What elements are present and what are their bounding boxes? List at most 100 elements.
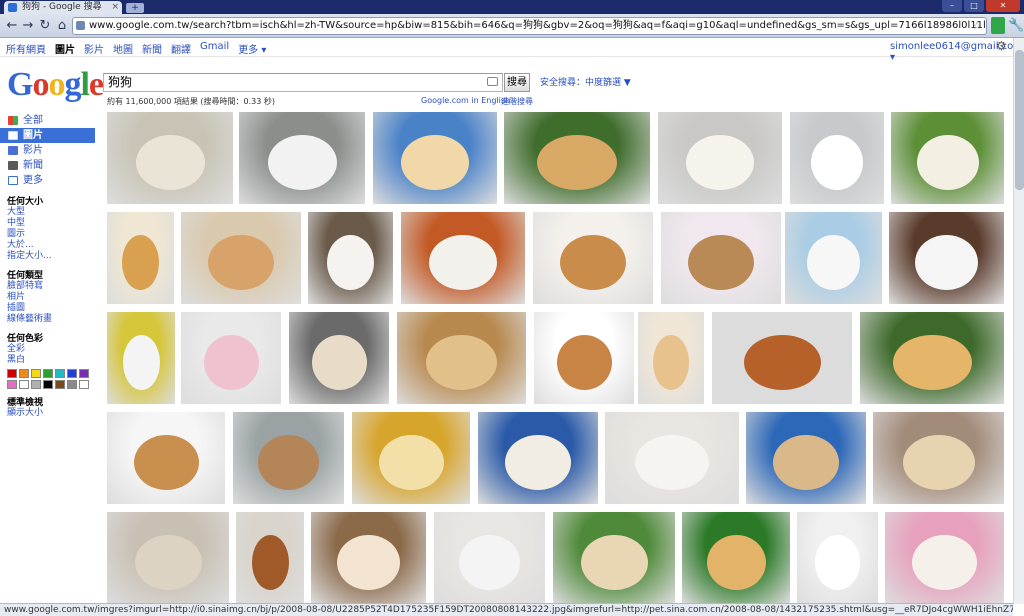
home-icon[interactable]: ⌂: [54, 17, 70, 34]
wrench-menu-icon[interactable]: 🔧: [1008, 17, 1024, 34]
color-swatch[interactable]: [43, 369, 53, 378]
image-result-thumbnail[interactable]: [181, 312, 281, 404]
image-result-thumbnail[interactable]: [712, 312, 852, 404]
color-swatch[interactable]: [79, 380, 89, 389]
color-swatch[interactable]: [19, 369, 29, 378]
search-button[interactable]: 搜尋: [504, 73, 530, 92]
size-filter-icon[interactable]: 圖示: [7, 229, 100, 240]
gbar-link-gmail[interactable]: Gmail: [200, 41, 229, 56]
gear-icon[interactable]: ⚙: [996, 39, 1007, 53]
color-swatch[interactable]: [31, 369, 41, 378]
image-result-thumbnail[interactable]: [746, 412, 866, 504]
image-result-thumbnail[interactable]: [553, 512, 675, 603]
new-tab-button[interactable]: +: [126, 3, 144, 13]
color-swatch[interactable]: [7, 369, 17, 378]
gbar-link-more[interactable]: 更多 ▾: [238, 41, 266, 56]
image-result-thumbnail[interactable]: [534, 312, 634, 404]
color-swatch[interactable]: [67, 369, 77, 378]
advanced-search-link[interactable]: 進階搜尋: [501, 96, 533, 107]
size-filter-medium[interactable]: 中型: [7, 218, 100, 229]
image-result-thumbnail[interactable]: [236, 512, 304, 603]
image-result-thumbnail[interactable]: [885, 512, 1004, 603]
image-result-thumbnail[interactable]: [504, 112, 650, 204]
image-result-thumbnail[interactable]: [797, 512, 878, 603]
color-swatch[interactable]: [31, 380, 41, 389]
image-result-thumbnail[interactable]: [661, 212, 781, 304]
image-result-thumbnail[interactable]: [107, 512, 229, 603]
back-arrow-icon[interactable]: ←: [4, 17, 20, 34]
image-result-thumbnail[interactable]: [107, 412, 225, 504]
image-result-thumbnail[interactable]: [233, 412, 344, 504]
gbar-link-translate[interactable]: 翻譯: [171, 41, 191, 56]
image-result-thumbnail[interactable]: [873, 412, 1004, 504]
image-result-thumbnail[interactable]: [373, 112, 497, 204]
type-filter-photo[interactable]: 相片: [7, 292, 100, 303]
color-swatch[interactable]: [7, 380, 17, 389]
bookmark-star-icon[interactable]: ☆: [972, 18, 982, 34]
nav-item-more[interactable]: 更多: [0, 173, 100, 188]
size-filter-larger-than[interactable]: 大於...: [7, 240, 100, 251]
gbar-link-news[interactable]: 新聞: [142, 41, 162, 56]
close-window-button[interactable]: ✕: [986, 0, 1020, 12]
image-result-thumbnail[interactable]: [107, 212, 174, 304]
image-result-thumbnail[interactable]: [352, 412, 470, 504]
image-result-thumbnail[interactable]: [860, 312, 1004, 404]
image-result-thumbnail[interactable]: [478, 412, 598, 504]
type-filter-face[interactable]: 臉部特寫: [7, 281, 100, 292]
address-bar[interactable]: www.google.com.tw/search?tbm=isch&hl=zh-…: [72, 17, 987, 35]
search-input[interactable]: 狗狗: [103, 73, 503, 92]
size-filter-large[interactable]: 大型: [7, 207, 100, 218]
image-result-thumbnail[interactable]: [682, 512, 790, 603]
image-result-thumbnail[interactable]: [889, 212, 1004, 304]
google-com-link[interactable]: Google.com in English: [421, 96, 510, 105]
color-swatch[interactable]: [67, 380, 77, 389]
gbar-link-web[interactable]: 所有網頁: [6, 41, 46, 56]
image-result-thumbnail[interactable]: [401, 212, 525, 304]
image-result-thumbnail[interactable]: [434, 512, 545, 603]
safesearch-dropdown[interactable]: 安全搜尋：中度篩選 ▼: [540, 75, 631, 88]
image-result-thumbnail[interactable]: [658, 112, 782, 204]
color-swatch[interactable]: [55, 380, 65, 389]
image-result-thumbnail[interactable]: [891, 112, 1004, 204]
image-result-thumbnail[interactable]: [397, 312, 526, 404]
scrollbar[interactable]: [1013, 38, 1024, 604]
google-logo[interactable]: Google: [7, 66, 104, 104]
maximize-button[interactable]: □: [964, 0, 984, 12]
image-result-thumbnail[interactable]: [605, 412, 739, 504]
gbar-link-maps[interactable]: 地圖: [113, 41, 133, 56]
gbar-link-videos[interactable]: 影片: [84, 41, 104, 56]
color-swatch[interactable]: [19, 380, 29, 389]
image-result-thumbnail[interactable]: [107, 312, 175, 404]
size-filter-exact[interactable]: 指定大小...: [7, 251, 100, 262]
scrollbar-thumb[interactable]: [1015, 50, 1024, 190]
image-result-thumbnail[interactable]: [289, 312, 389, 404]
image-result-thumbnail[interactable]: [239, 112, 365, 204]
image-result-thumbnail[interactable]: [790, 112, 884, 204]
minimize-button[interactable]: –: [942, 0, 962, 12]
image-result-thumbnail[interactable]: [638, 312, 704, 404]
color-swatch[interactable]: [79, 369, 89, 378]
nav-item-videos[interactable]: 影片: [0, 143, 100, 158]
type-filter-clipart[interactable]: 插圖: [7, 303, 100, 314]
image-result-thumbnail[interactable]: [308, 212, 393, 304]
color-swatch[interactable]: [55, 369, 65, 378]
extension-icon[interactable]: [991, 17, 1005, 34]
browser-tab[interactable]: 狗狗 - Google 搜尋 ×: [4, 1, 122, 14]
image-result-thumbnail[interactable]: [107, 112, 233, 204]
nav-item-all[interactable]: 全部: [0, 113, 100, 128]
reload-icon[interactable]: ↻: [37, 17, 53, 34]
image-result-thumbnail[interactable]: [785, 212, 882, 304]
image-result-thumbnail[interactable]: [181, 212, 301, 304]
nav-item-news[interactable]: 新聞: [0, 158, 100, 173]
search-by-image-icon[interactable]: [487, 77, 498, 86]
forward-arrow-icon[interactable]: →: [20, 17, 36, 34]
tab-close-icon[interactable]: ×: [111, 1, 119, 14]
image-result-thumbnail[interactable]: [533, 212, 653, 304]
image-result-thumbnail[interactable]: [311, 512, 426, 603]
show-sizes-link[interactable]: 顯示大小: [7, 408, 100, 419]
type-filter-lineart[interactable]: 線條藝術畫: [7, 314, 100, 325]
gbar-link-images[interactable]: 圖片: [55, 41, 75, 56]
color-filter-full[interactable]: 全彩: [7, 344, 100, 355]
color-filter-bw[interactable]: 黑白: [7, 355, 100, 366]
nav-item-images[interactable]: 圖片: [0, 128, 95, 143]
